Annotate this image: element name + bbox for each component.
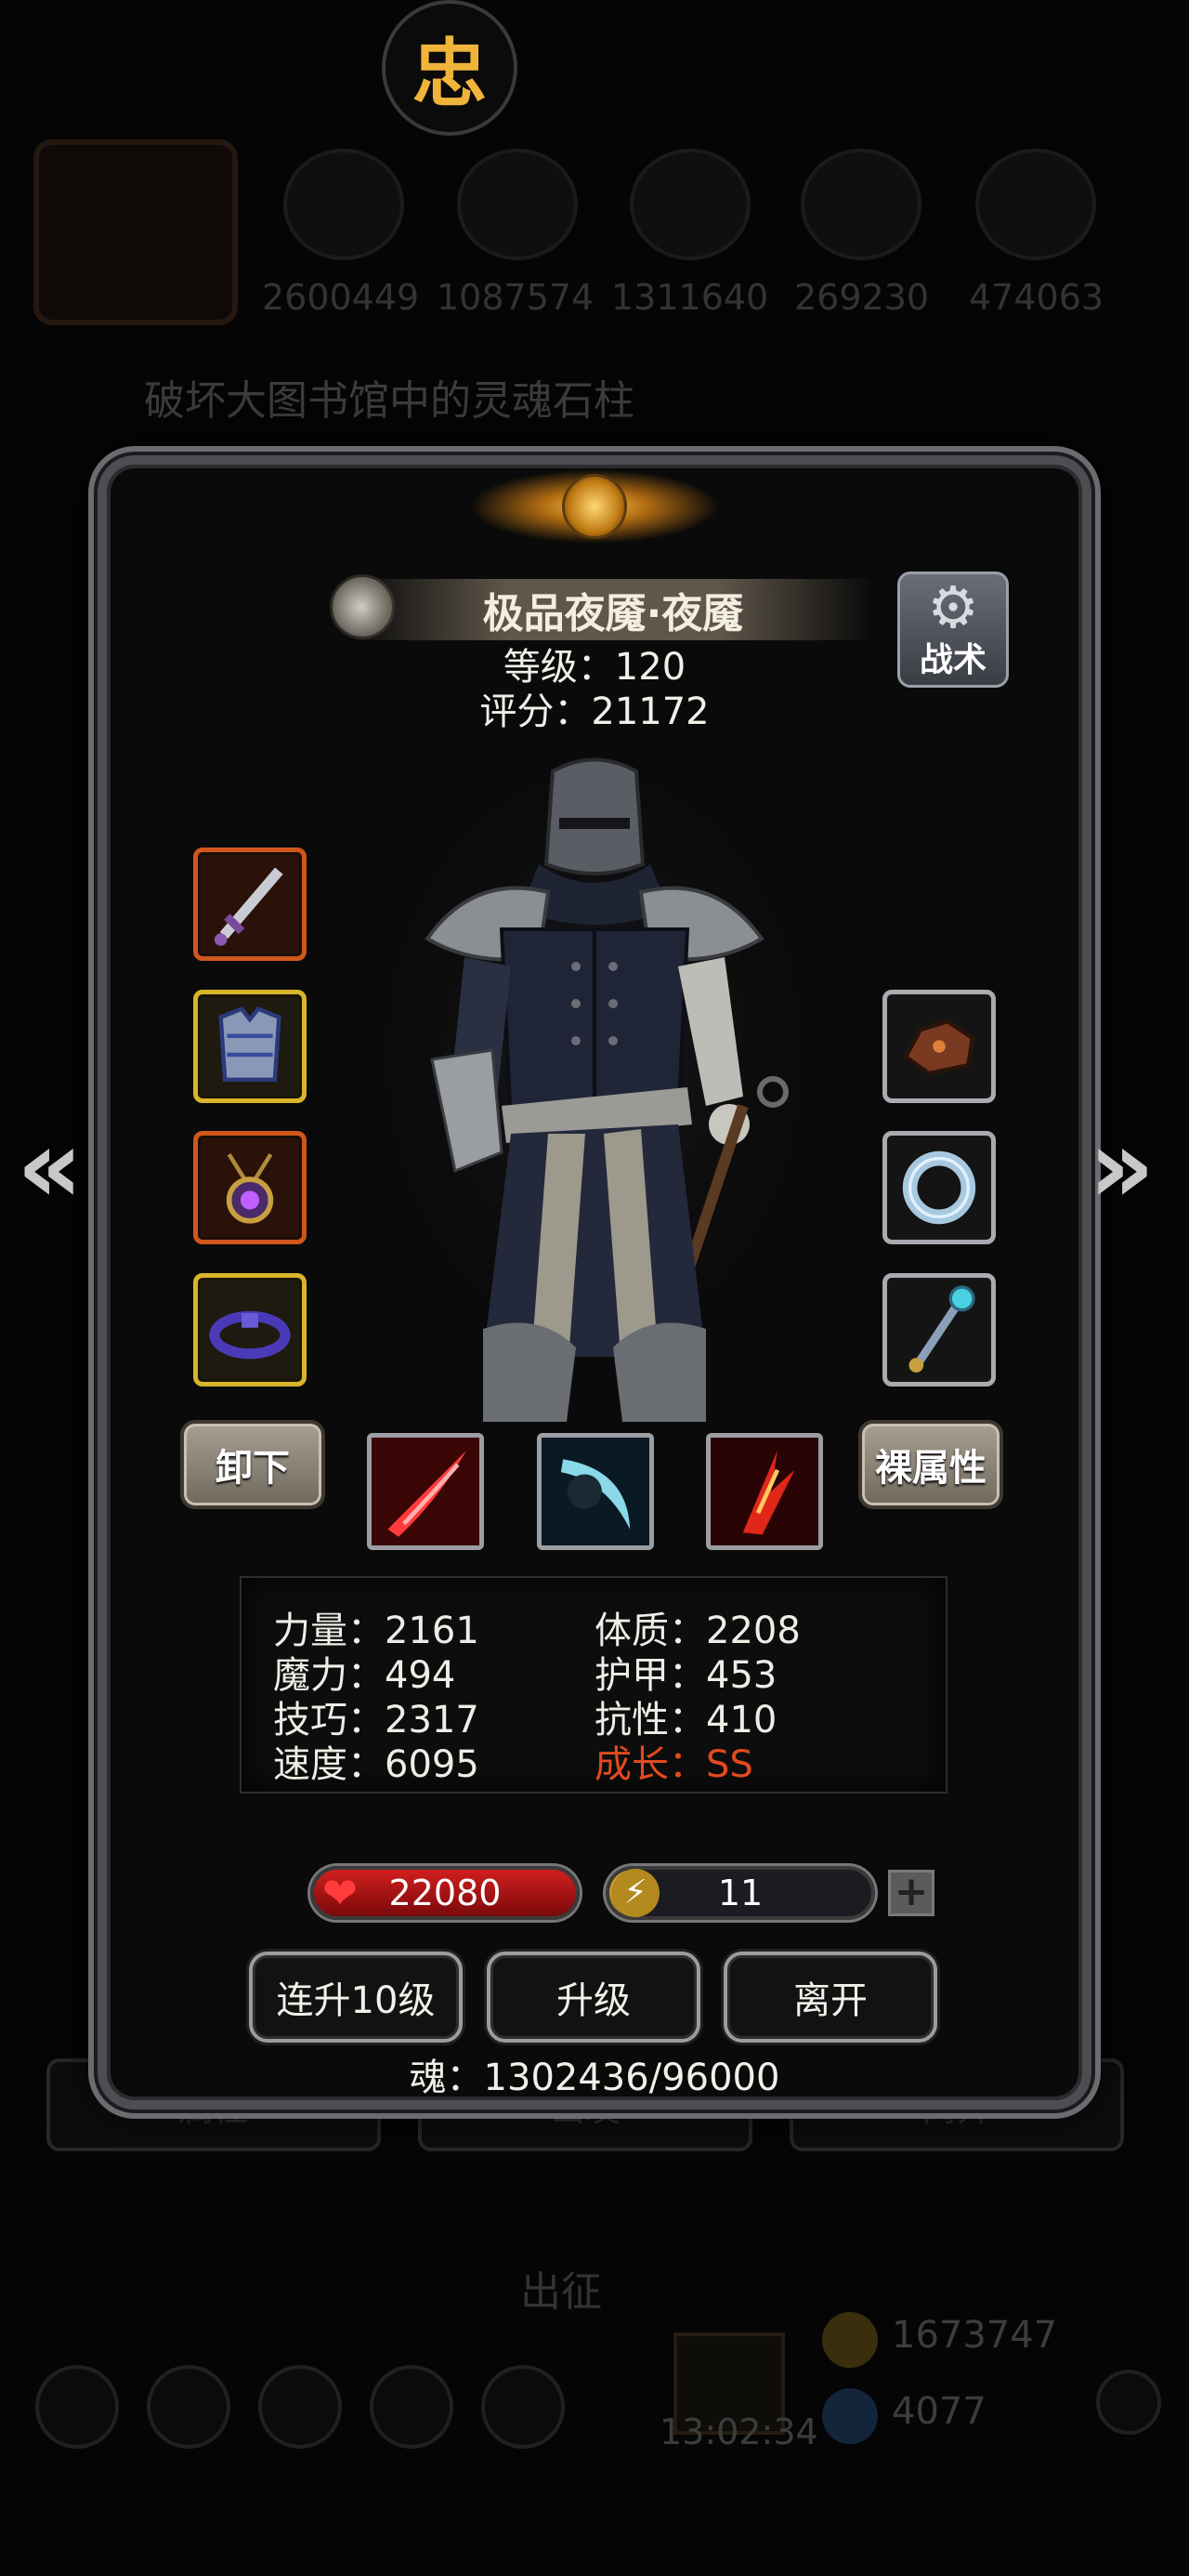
gem-amount: 4077 [892,2390,986,2433]
accessory-slot[interactable] [882,1273,996,1387]
resource-count: 1087574 [437,277,594,318]
ring-slot[interactable] [882,1131,996,1244]
bracelet-icon [209,1310,291,1360]
nav-icon [481,2365,565,2449]
resource-icon [283,149,404,260]
hero-score: 评分：21172 [479,690,710,733]
add-icon [1096,2370,1161,2435]
gem-icon [822,2388,878,2444]
soul-amount: 魂：1302436/96000 [409,2057,780,2099]
chest-armor-icon [218,1005,281,1083]
loyalty-badge[interactable]: 忠 [382,0,517,136]
stat-speed: 速度：6095 [273,1743,479,1786]
stat-growth: 成长：SS [594,1743,753,1786]
nav-icon [147,2365,230,2449]
hero-figure [353,753,836,1422]
nav-icon [370,2365,453,2449]
gold-amount: 1673747 [892,2314,1058,2357]
ore-icon [903,1019,975,1076]
nav-icon [35,2365,119,2449]
slash-frost-icon [542,1438,649,1545]
previous-hero-arrow-icon[interactable]: « [17,1115,83,1217]
armor-slot[interactable] [193,990,307,1103]
resource-icon [801,149,921,260]
leave-button[interactable]: 离开 [724,1952,937,2043]
skill-slot-2[interactable] [537,1433,654,1550]
hp-value: 22080 [388,1873,502,1913]
unequip-button[interactable]: 卸下 [180,1420,325,1509]
nav-icon [258,2365,342,2449]
resource-count: 269230 [794,277,930,318]
hero-name: 极品夜魇·夜魇 [353,579,873,640]
resource-count: 2600449 [262,277,420,318]
tactics-label: 战术 [919,641,986,679]
player-portrait [33,139,238,325]
resource-icon [975,149,1096,260]
resource-icon [630,149,751,260]
loyalty-glyph: 忠 [412,31,487,117]
bg-expedition-label: 出征 [520,2268,602,2316]
naked-stats-button[interactable]: 裸属性 [858,1420,1003,1509]
slash-red-icon [372,1438,479,1545]
dagger-icon [214,867,283,946]
resource-count: 1311640 [611,277,769,318]
scepter-icon [908,1285,975,1373]
material-slot[interactable] [882,990,996,1103]
skill-slot-1[interactable] [367,1433,484,1550]
bracelet-slot[interactable] [193,1273,307,1387]
amulet-slot[interactable] [193,1131,307,1244]
amulet-icon [226,1152,274,1224]
gear-icon: ⚙ [927,573,979,641]
next-hero-arrow-icon[interactable]: » [1089,1115,1155,1217]
claw-fire-icon [711,1438,818,1545]
bg-timer: 13:02:34 [660,2412,818,2452]
skill-slot-3[interactable] [706,1433,823,1550]
energy-value: 11 [717,1873,764,1913]
level-up-10-button[interactable]: 连升10级 [249,1952,463,2043]
ring-icon [902,1150,976,1225]
crest-emblem-icon [562,474,627,539]
level-up-button[interactable]: 升级 [487,1952,700,2043]
resource-icon [457,149,578,260]
tactics-button[interactable]: ⚙ 战术 [897,572,1009,688]
weapon-slot[interactable] [193,848,307,961]
gold-coin-icon [822,2312,878,2368]
add-energy-button[interactable]: + [888,1870,934,1916]
resource-count: 474063 [969,277,1104,318]
quest-text: 破坏大图书馆中的灵魂石柱 [144,377,634,425]
